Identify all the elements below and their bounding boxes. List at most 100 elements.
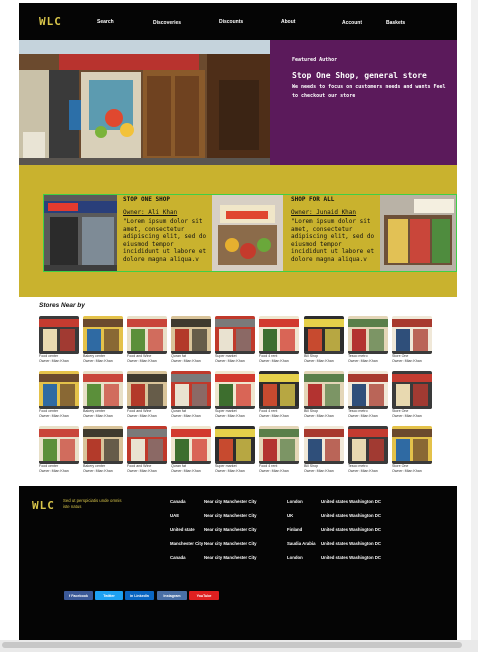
store-thumbnail[interactable] bbox=[304, 426, 344, 464]
store-thumbnail[interactable] bbox=[83, 426, 123, 464]
store-owner: Owner: Mian Khan bbox=[39, 359, 69, 363]
footer-location-link[interactable]: Finland bbox=[287, 527, 302, 532]
store-card[interactable]: Food 4 rent Owner: Mian Khan bbox=[259, 426, 299, 478]
footer-location-link[interactable]: Near city Manchester City bbox=[204, 527, 257, 532]
site-logo[interactable]: WLC bbox=[39, 15, 62, 28]
vertical-scrollbar[interactable] bbox=[471, 0, 478, 640]
footer-location-link[interactable]: United states Washington DC bbox=[321, 499, 381, 504]
store-thumbnail[interactable] bbox=[348, 371, 388, 409]
store-thumbnail[interactable] bbox=[392, 316, 432, 354]
store-thumbnail[interactable] bbox=[215, 316, 255, 354]
facebook-button[interactable]: f Facebook bbox=[64, 591, 93, 600]
youtube-button[interactable]: YouTube bbox=[189, 591, 219, 600]
nav-discounts[interactable]: Discounts bbox=[219, 19, 243, 25]
store-card[interactable]: Food center Owner: Mian Khan bbox=[39, 316, 79, 368]
store-card[interactable]: Food 4 rent Owner: Mian Khan bbox=[259, 371, 299, 423]
store-card[interactable]: Food and Wine Owner: Mian Khan bbox=[127, 316, 167, 368]
nav-discoveries[interactable]: Discoveries bbox=[153, 20, 181, 26]
store-thumbnail[interactable] bbox=[215, 426, 255, 464]
store-card[interactable]: Super market Owner: Mian Khan bbox=[215, 316, 255, 368]
footer-location-link[interactable]: United states Washington DC bbox=[321, 555, 381, 560]
shop-card-owner[interactable]: Owner: Junaid Khan bbox=[291, 209, 356, 216]
stores-near-heading: Stores Near by bbox=[39, 302, 85, 309]
footer-location-link[interactable]: Canada bbox=[170, 499, 186, 504]
horizontal-scroll-thumb[interactable] bbox=[2, 642, 462, 648]
shop-card-title[interactable]: STOP ONE SHOP bbox=[123, 196, 170, 203]
instagram-button[interactable]: Instagram bbox=[157, 591, 187, 600]
store-thumbnail[interactable] bbox=[39, 371, 79, 409]
store-card[interactable]: Bill Shop Owner: Mian Khan bbox=[304, 316, 344, 368]
store-card[interactable]: Super market Owner: Mian Khan bbox=[215, 426, 255, 478]
store-thumbnail[interactable] bbox=[171, 371, 211, 409]
store-thumbnail[interactable] bbox=[259, 371, 299, 409]
store-thumbnail[interactable] bbox=[39, 426, 79, 464]
store-card[interactable]: Tesco metro Owner: Mian Khan bbox=[348, 316, 388, 368]
linkedin-button[interactable]: in LinkedIn bbox=[125, 591, 154, 600]
store-card[interactable]: Food and Wine Owner: Mian Khan bbox=[127, 371, 167, 423]
footer-location-link[interactable]: Manchester City bbox=[170, 541, 203, 546]
store-thumbnail[interactable] bbox=[215, 371, 255, 409]
store-thumbnail[interactable] bbox=[348, 426, 388, 464]
store-card[interactable]: Store One Owner: Mian Khan bbox=[392, 371, 432, 423]
footer-location-link[interactable]: London bbox=[287, 499, 303, 504]
store-card[interactable]: Bakery center Owner: Mian Khan bbox=[83, 426, 123, 478]
shop-card-title[interactable]: SHOP FOR ALL bbox=[291, 196, 334, 203]
store-card[interactable]: Food center Owner: Mian Khan bbox=[39, 371, 79, 423]
store-thumbnail[interactable] bbox=[83, 371, 123, 409]
footer-location-link[interactable]: Saudia Arabia bbox=[287, 541, 316, 546]
footer-logo[interactable]: WLC bbox=[32, 499, 55, 512]
nav-search[interactable]: Search bbox=[97, 19, 114, 25]
store-thumbnail[interactable] bbox=[259, 426, 299, 464]
store-card[interactable]: Quran fat Owner: Mian Khan bbox=[171, 371, 211, 423]
store-card[interactable]: Bakery center Owner: Mian Khan bbox=[83, 371, 123, 423]
nav-about[interactable]: About bbox=[281, 19, 295, 25]
store-thumbnail[interactable] bbox=[348, 316, 388, 354]
store-card[interactable]: Food 4 rent Owner: Mian Khan bbox=[259, 316, 299, 368]
store-card[interactable]: Quran fat Owner: Mian Khan bbox=[171, 426, 211, 478]
store-card[interactable]: Quran fat Owner: Mian Khan bbox=[171, 316, 211, 368]
store-card[interactable]: Bill Shop Owner: Mian Khan bbox=[304, 371, 344, 423]
store-thumbnail[interactable] bbox=[127, 316, 167, 354]
footer-location-link[interactable]: UAE bbox=[170, 513, 179, 518]
store-thumbnail[interactable] bbox=[171, 426, 211, 464]
store-thumbnail[interactable] bbox=[392, 371, 432, 409]
footer-location-link[interactable]: United states Washington DC bbox=[321, 541, 381, 546]
footer-location-link[interactable]: Canada bbox=[170, 555, 186, 560]
twitter-button[interactable]: Twitter bbox=[95, 591, 123, 600]
store-card[interactable]: Super market Owner: Mian Khan bbox=[215, 371, 255, 423]
nav-account[interactable]: Account bbox=[342, 20, 362, 26]
store-card[interactable]: Food and Wine Owner: Mian Khan bbox=[127, 426, 167, 478]
footer-location-link[interactable]: Near city Manchester City bbox=[204, 541, 257, 546]
site-footer: WLC Sed ut perspiciatis unde omnis iste … bbox=[19, 486, 457, 640]
footer-location-link[interactable]: London bbox=[287, 555, 303, 560]
store-card[interactable]: Bill Shop Owner: Mian Khan bbox=[304, 426, 344, 478]
tesco-metro-image[interactable] bbox=[44, 195, 117, 271]
footer-location-link[interactable]: United state bbox=[170, 527, 195, 532]
store-thumbnail[interactable] bbox=[304, 316, 344, 354]
footer-location-link[interactable]: Near city Manchester City bbox=[204, 513, 257, 518]
footer-location-link[interactable]: United states Washington DC bbox=[321, 513, 381, 518]
footer-location-link[interactable]: United states Washington DC bbox=[321, 527, 381, 532]
everything-store-image[interactable] bbox=[212, 195, 283, 271]
store-card[interactable]: Tesco metro Owner: Mian Khan bbox=[348, 371, 388, 423]
store-thumbnail[interactable] bbox=[392, 426, 432, 464]
store-thumbnail[interactable] bbox=[171, 316, 211, 354]
store-thumbnail[interactable] bbox=[127, 426, 167, 464]
store-thumbnail[interactable] bbox=[304, 371, 344, 409]
footer-location-link[interactable]: Near city Manchester City bbox=[204, 555, 257, 560]
general-store-image[interactable] bbox=[380, 195, 456, 271]
store-thumbnail[interactable] bbox=[39, 316, 79, 354]
store-card[interactable]: Bakery center Owner: Mian Khan bbox=[83, 316, 123, 368]
store-thumbnail[interactable] bbox=[259, 316, 299, 354]
store-thumbnail[interactable] bbox=[83, 316, 123, 354]
store-owner: Owner: Mian Khan bbox=[348, 414, 378, 418]
store-thumbnail[interactable] bbox=[127, 371, 167, 409]
store-card[interactable]: Tesco metro Owner: Mian Khan bbox=[348, 426, 388, 478]
footer-location-link[interactable]: Near city Manchester City bbox=[204, 499, 257, 504]
footer-location-link[interactable]: UK bbox=[287, 513, 293, 518]
store-card[interactable]: Food center Owner: Mian Khan bbox=[39, 426, 79, 478]
store-card[interactable]: Store One Owner: Mian Khan bbox=[392, 316, 432, 368]
shop-card-owner[interactable]: Owner: Ali Khan bbox=[123, 209, 177, 216]
nav-baskets[interactable]: Baskets bbox=[386, 20, 405, 26]
store-card[interactable]: Store One Owner: Mian Khan bbox=[392, 426, 432, 478]
